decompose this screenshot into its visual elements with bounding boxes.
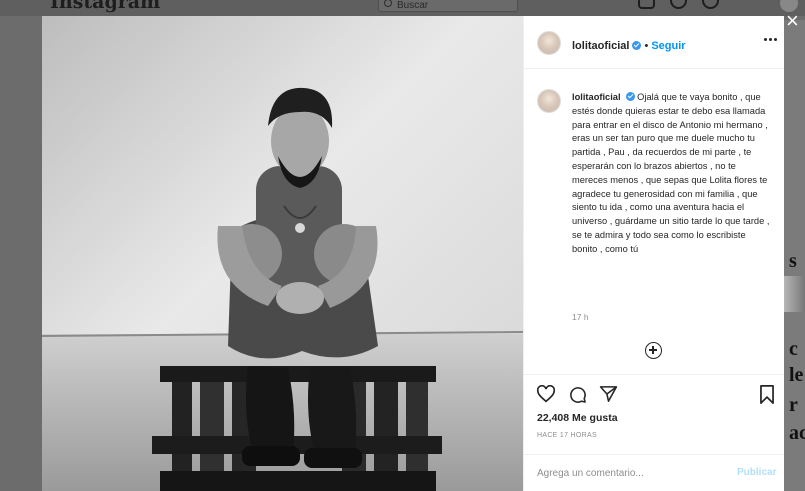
- post-header-meta: lolitaoficial • Seguir: [572, 36, 686, 54]
- comment-input[interactable]: [537, 464, 717, 482]
- caption-text: Ojalá que te vaya bonito , que estés don…: [572, 92, 770, 254]
- close-icon[interactable]: ×: [786, 10, 799, 32]
- verified-badge-icon: [632, 41, 642, 50]
- like-heart-icon[interactable]: [536, 385, 556, 403]
- author-avatar[interactable]: [537, 31, 561, 55]
- publish-button[interactable]: Publicar: [737, 467, 776, 478]
- follow-button[interactable]: Seguir: [651, 40, 685, 52]
- search-box[interactable]: Buscar: [378, 0, 518, 12]
- post-photo-image: [42, 16, 523, 491]
- caption-author-avatar[interactable]: [537, 89, 561, 113]
- background-text: ac: [789, 422, 805, 444]
- background-text: r: [789, 394, 798, 416]
- caption-timestamp[interactable]: 17 h: [572, 312, 589, 322]
- post-actions: 22,408 Me gusta HACE 17 HORAS: [524, 374, 784, 454]
- save-bookmark-icon[interactable]: [759, 385, 775, 404]
- nav-icons: [638, 0, 719, 9]
- share-icon[interactable]: [599, 385, 618, 403]
- post-photo[interactable]: [42, 16, 523, 491]
- background-text: c: [789, 338, 798, 360]
- more-options-icon[interactable]: [764, 38, 777, 41]
- explore-icon[interactable]: [702, 0, 719, 9]
- home-icon[interactable]: [638, 0, 655, 9]
- post-timestamp[interactable]: HACE 17 HORAS: [537, 432, 597, 439]
- background-text: s: [789, 250, 797, 272]
- post-caption: lolitaoficial Ojalá que te vaya bonito ,…: [572, 91, 772, 257]
- background-image-strip: [783, 276, 805, 312]
- caption-username[interactable]: lolitaoficial: [572, 92, 621, 102]
- comment-icon[interactable]: [568, 385, 587, 404]
- load-more-comments-button[interactable]: [645, 342, 662, 359]
- search-placeholder: Buscar: [397, 0, 429, 11]
- background-top-nav: Instagram Buscar: [0, 0, 805, 16]
- post-modal: lolitaoficial • Seguir lolitaoficial Ojalá…: [42, 16, 784, 491]
- instagram-logo: Instagram: [50, 0, 161, 13]
- separator-dot: •: [644, 40, 649, 52]
- verified-badge-icon: [625, 92, 635, 101]
- like-count[interactable]: 22,408 Me gusta: [537, 412, 618, 424]
- messenger-icon[interactable]: [670, 0, 687, 9]
- background-text: le: [789, 364, 804, 386]
- post-header: lolitaoficial • Seguir: [524, 16, 784, 69]
- post-side-panel: lolitaoficial • Seguir lolitaoficial Ojalá…: [523, 16, 784, 491]
- comment-bar: Publicar: [524, 454, 784, 491]
- search-icon: [384, 0, 392, 7]
- author-username[interactable]: lolitaoficial: [572, 40, 629, 52]
